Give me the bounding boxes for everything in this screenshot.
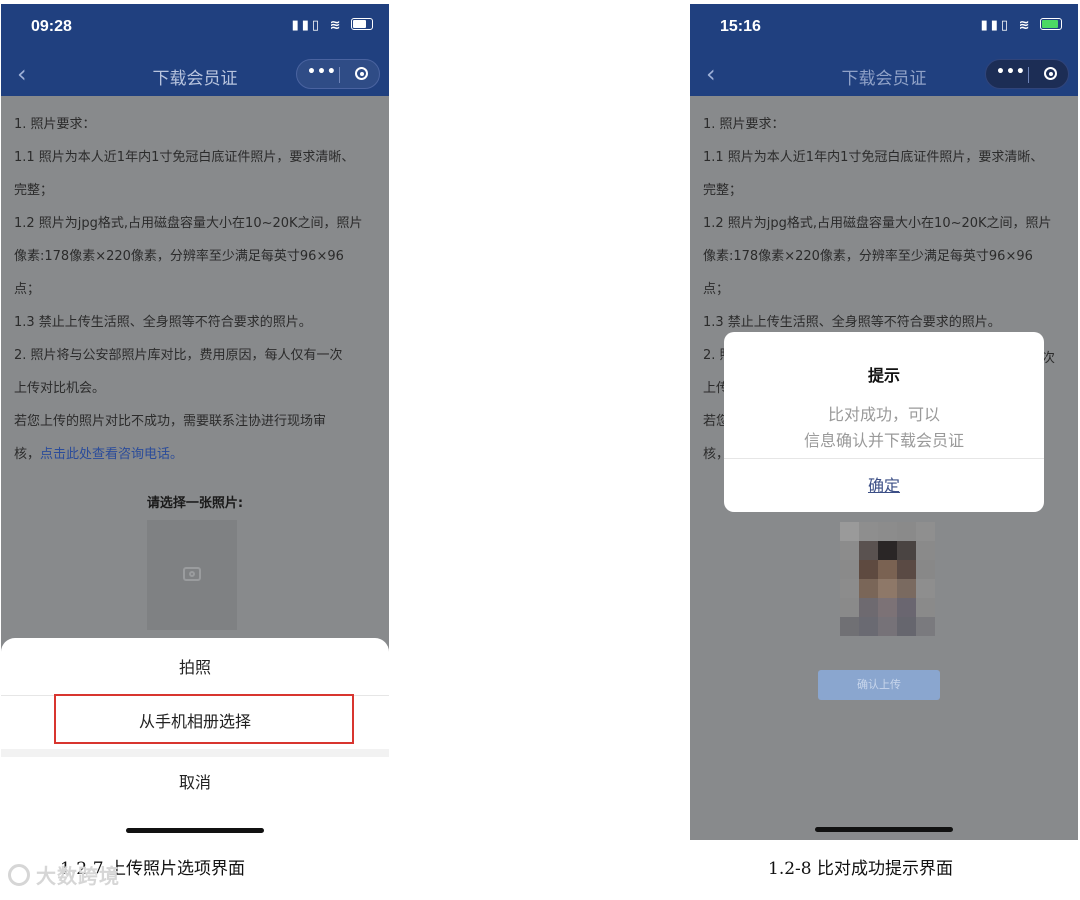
requirement-line: 像素:178像素×220像素，分辨率至少满足每英寸96×96 [14,249,344,264]
requirement-line: 2. 照片将与公安部照片库对比，费用原因，每人仅有一次 [14,348,343,363]
photo-mosaic-tile [916,541,935,560]
battery-icon [351,18,373,30]
photo-mosaic-tile [916,522,935,541]
choose-photo-label: 请选择一张照片: [146,496,244,511]
phone-screen-match-success: 15:16 ▮▮▯ ≋ ‹ 下载会员证 ••• 1. 照片要求： 1.1 照片为… [690,4,1078,840]
photo-mosaic-tile [840,560,859,579]
more-icon[interactable]: ••• [996,64,1026,80]
requirement-line: 1.3 禁止上传生活照、全身照等不符合要求的照片。 [14,315,312,330]
watermark: 大数跨境 [8,860,120,889]
sheet-gap [1,749,389,757]
photo-mosaic-tile [916,598,935,617]
status-bar: 15:16 ▮▮▯ ≋ [690,4,1078,52]
requirement-line: 完整； [14,183,54,198]
requirement-line: 若您上传的照片对比不成功，需要联系注协进行现场审 [14,414,327,429]
photo-mosaic-tile [859,579,878,598]
dialog-message-line: 信息确认并下载会员证 [803,431,964,450]
photo-mosaic-tile [840,541,859,560]
photo-mosaic-tile [878,579,897,598]
status-time: 09:28 [31,18,72,35]
line-prefix: 核， [14,447,41,462]
photo-mosaic-tile [859,560,878,579]
camera-icon [183,567,201,581]
status-bar: 09:28 ▮▮▯ ≋ [1,4,389,52]
close-target-icon[interactable] [355,67,368,80]
requirement-line: 完整； [703,183,743,198]
home-indicator [126,828,264,833]
requirement-line: 点； [14,282,41,297]
signal-icon: ▮▮▯ [980,18,1012,33]
photo-mosaic-tile [897,598,916,617]
photo-mosaic-tile [840,617,859,636]
figure-caption-right: 1.2-8 比对成功提示界面 [768,859,953,879]
dialog-message: 比对成功，可以 信息确认并下载会员证 [724,402,1044,454]
photo-mosaic-tile [897,617,916,636]
photo-mosaic-tile [878,541,897,560]
watermark-logo-icon [8,864,30,886]
requirement-line-last: 核，点击此处查看咨询电话。 [14,438,379,471]
photo-mosaic-tile [916,579,935,598]
uploaded-photo-pixelated [840,522,936,640]
photo-mosaic-tile [859,617,878,636]
requirement-line: 上传对比机会。 [14,381,106,396]
action-sheet: 拍照 从手机相册选择 取消 [1,638,389,840]
highlight-box [54,694,354,744]
photo-mosaic-tile [878,617,897,636]
home-indicator [815,827,953,832]
requirements-text: 1. 照片要求： 1.1 照片为本人近1年内1寸免冠白底证件照片，要求清晰、 完… [14,108,379,471]
signal-icon: ▮▮▯ [291,18,323,33]
photo-mosaic-tile [859,522,878,541]
requirement-line: 1.2 照片为jpg格式,占用磁盘容量大小在10~20K之间，照片 [14,216,363,231]
dialog-confirm-button[interactable]: 确定 [724,459,1044,512]
nav-bar: ‹ 下载会员证 ••• [1,52,389,96]
phone-link[interactable]: 点击此处查看咨询电话。 [40,447,183,462]
success-dialog: 提示 比对成功，可以 信息确认并下载会员证 确定 [724,332,1044,512]
miniprogram-capsule: ••• [985,59,1069,89]
photo-mosaic-tile [916,617,935,636]
requirement-line: 1.2 照片为jpg格式,占用磁盘容量大小在10~20K之间，照片 [703,216,1052,231]
requirement-line: 1.1 照片为本人近1年内1寸免冠白底证件照片，要求清晰、 [14,150,355,165]
dialog-title: 提示 [867,366,900,385]
dialog-message-line: 比对成功，可以 [827,405,940,424]
signal-wifi-battery-icons: ▮▮▯ ≋ [292,18,373,33]
photo-mosaic-tile [897,560,916,579]
photo-mosaic-tile [859,541,878,560]
requirement-line: 点； [703,282,730,297]
photo-mosaic-tile [878,598,897,617]
photo-mosaic-tile [916,560,935,579]
capsule-divider [339,67,340,83]
capsule-divider [1028,67,1029,83]
photo-mosaic-tile [897,579,916,598]
take-photo-option[interactable]: 拍照 [1,642,389,694]
requirement-line: 像素:178像素×220像素，分辨率至少满足每英寸96×96 [703,249,1033,264]
cancel-option[interactable]: 取消 [1,757,389,809]
photo-mosaic-tile [840,579,859,598]
watermark-text: 大数跨境 [36,864,120,888]
close-target-icon[interactable] [1044,67,1057,80]
photo-mosaic-tile [840,522,859,541]
photo-mosaic-tile [878,522,897,541]
confirm-upload-button[interactable]: 确认上传 [818,670,940,700]
wifi-icon: ≋ [1018,18,1033,33]
photo-mosaic-tile [878,560,897,579]
requirement-line: 1. 照片要求： [703,117,785,132]
wifi-icon: ≋ [329,18,344,33]
requirement-line: 1.1 照片为本人近1年内1寸免冠白底证件照片，要求清晰、 [703,150,1044,165]
phone-screen-upload-options: 09:28 ▮▮▯ ≋ ‹ 下载会员证 ••• 1. 照片要求： 1.1 照片为… [1,4,389,840]
photo-picker[interactable] [147,520,237,630]
battery-charging-icon [1040,18,1062,30]
photo-mosaic-tile [897,541,916,560]
more-icon[interactable]: ••• [307,64,337,80]
signal-wifi-battery-icons: ▮▮▯ ≋ [981,18,1062,33]
miniprogram-capsule: ••• [296,59,380,89]
nav-bar: ‹ 下载会员证 ••• [690,52,1078,96]
photo-mosaic-tile [897,522,916,541]
photo-mosaic-tile [840,598,859,617]
photo-mosaic-tile [859,598,878,617]
status-time: 15:16 [720,18,761,35]
requirement-line: 1. 照片要求： [14,117,96,132]
